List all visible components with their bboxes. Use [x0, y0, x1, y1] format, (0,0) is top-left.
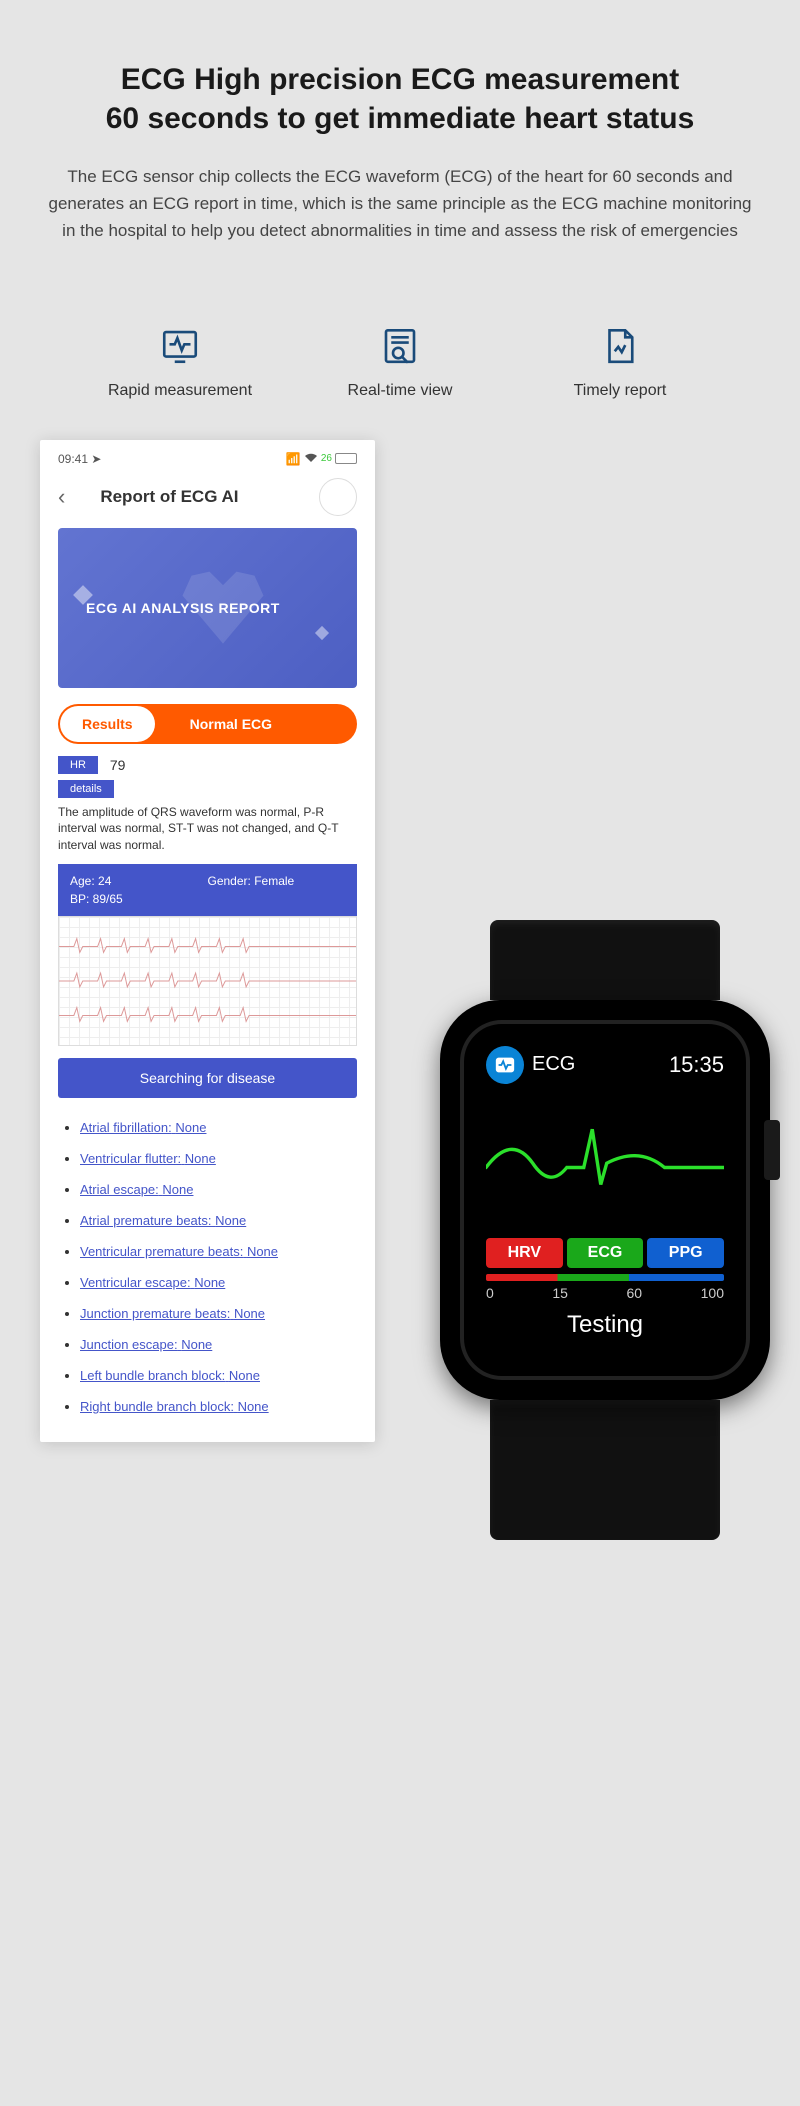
feature-report: Timely report	[540, 325, 700, 400]
ppg-button[interactable]: PPG	[647, 1238, 724, 1268]
list-item: Atrial escape: None	[80, 1174, 357, 1205]
list-item: Ventricular flutter: None	[80, 1143, 357, 1174]
results-tab[interactable]: Results	[60, 706, 155, 742]
details-row: details	[58, 780, 357, 798]
ecg-chart	[58, 916, 357, 1046]
watch-time: 15:35	[669, 1052, 724, 1078]
report-banner: ECG AI ANALYSIS REPORT	[58, 528, 357, 688]
list-item: Atrial fibrillation: None	[80, 1112, 357, 1143]
ecg-app-icon	[486, 1046, 524, 1084]
mode-buttons: HRV ECG PPG	[486, 1238, 724, 1268]
features-row: Rapid measurement Real-time view Timely …	[0, 325, 800, 400]
feature-rapid: Rapid measurement	[100, 325, 260, 400]
report-doc-icon	[599, 325, 641, 367]
list-item: Left bundle branch block: None	[80, 1360, 357, 1391]
searching-header: Searching for disease	[58, 1058, 357, 1098]
details-tag: details	[58, 780, 114, 798]
watch-screen: ECG 15:35 HRV ECG PPG 0 15	[460, 1020, 750, 1380]
hr-tag: HR	[58, 756, 98, 774]
list-item: Junction premature beats: None	[80, 1298, 357, 1329]
location-arrow-icon: ➤	[91, 452, 101, 466]
disease-link[interactable]: Atrial fibrillation: None	[80, 1120, 206, 1135]
disease-link[interactable]: Ventricular escape: None	[80, 1275, 225, 1290]
watch-case: ECG 15:35 HRV ECG PPG 0 15	[440, 1000, 770, 1400]
results-pill: Results Normal ECG	[58, 704, 357, 744]
list-item: Right bundle branch block: None	[80, 1391, 357, 1422]
disease-link[interactable]: Ventricular premature beats: None	[80, 1244, 278, 1259]
testing-label: Testing	[486, 1311, 724, 1339]
back-button[interactable]: ‹	[58, 484, 65, 510]
page-title: Report of ECG AI	[100, 487, 238, 507]
list-item: Atrial premature beats: None	[80, 1205, 357, 1236]
disease-link[interactable]: Junction premature beats: None	[80, 1306, 265, 1321]
search-doc-icon	[379, 325, 421, 367]
feature-label: Timely report	[540, 382, 700, 400]
disease-link[interactable]: Ventricular flutter: None	[80, 1151, 216, 1166]
hero-title: ECG High precision ECG measurement 60 se…	[30, 60, 770, 138]
battery-icon: 26	[321, 453, 357, 464]
feature-label: Real-time view	[320, 382, 480, 400]
ecg-wave	[486, 1084, 724, 1234]
disease-link[interactable]: Junction escape: None	[80, 1337, 212, 1352]
list-item: Junction escape: None	[80, 1329, 357, 1360]
progress-bar	[486, 1274, 724, 1281]
disease-list: Atrial fibrillation: None Ventricular fl…	[58, 1112, 357, 1422]
list-item: Ventricular premature beats: None	[80, 1236, 357, 1267]
signal-icon: 📶	[286, 452, 301, 466]
bp-value: BP: 89/65	[70, 890, 208, 908]
disease-link[interactable]: Right bundle branch block: None	[80, 1399, 269, 1414]
hero-section: ECG High precision ECG measurement 60 se…	[0, 0, 800, 275]
age-value: Age: 24	[70, 872, 208, 890]
disease-link[interactable]: Atrial premature beats: None	[80, 1213, 246, 1228]
progress-ticks: 0 15 60 100	[486, 1285, 724, 1301]
normal-ecg-tab[interactable]: Normal ECG	[155, 706, 294, 742]
hero-desc: The ECG sensor chip collects the ECG wav…	[30, 163, 770, 245]
disease-link[interactable]: Left bundle branch block: None	[80, 1368, 260, 1383]
feature-realtime: Real-time view	[320, 325, 480, 400]
hr-value: 79	[110, 757, 126, 773]
details-text: The amplitude of QRS waveform was normal…	[58, 804, 357, 854]
pulse-monitor-icon	[159, 325, 201, 367]
disease-link[interactable]: Atrial escape: None	[80, 1182, 193, 1197]
wifi-icon	[304, 452, 318, 466]
patient-info: Age: 24 Gender: Female BP: 89/65	[58, 864, 357, 916]
status-bar: 09:41 ➤ 📶 26	[58, 450, 357, 472]
hrv-button[interactable]: HRV	[486, 1238, 563, 1268]
phone-mockup: 09:41 ➤ 📶 26 ‹ Report of ECG AI ECG AI A…	[40, 440, 375, 1442]
app-label: ECG	[532, 1053, 575, 1076]
watch-strap-top	[490, 920, 720, 1000]
watch-mockup: ECG 15:35 HRV ECG PPG 0 15	[425, 920, 785, 1540]
gender-value: Gender: Female	[208, 872, 346, 890]
watch-strap-bottom	[490, 1400, 720, 1540]
feature-label: Rapid measurement	[100, 382, 260, 400]
ecg-button[interactable]: ECG	[567, 1238, 644, 1268]
hr-row: HR 79	[58, 756, 357, 774]
avatar[interactable]	[319, 478, 357, 516]
navbar: ‹ Report of ECG AI	[58, 472, 357, 528]
list-item: Ventricular escape: None	[80, 1267, 357, 1298]
